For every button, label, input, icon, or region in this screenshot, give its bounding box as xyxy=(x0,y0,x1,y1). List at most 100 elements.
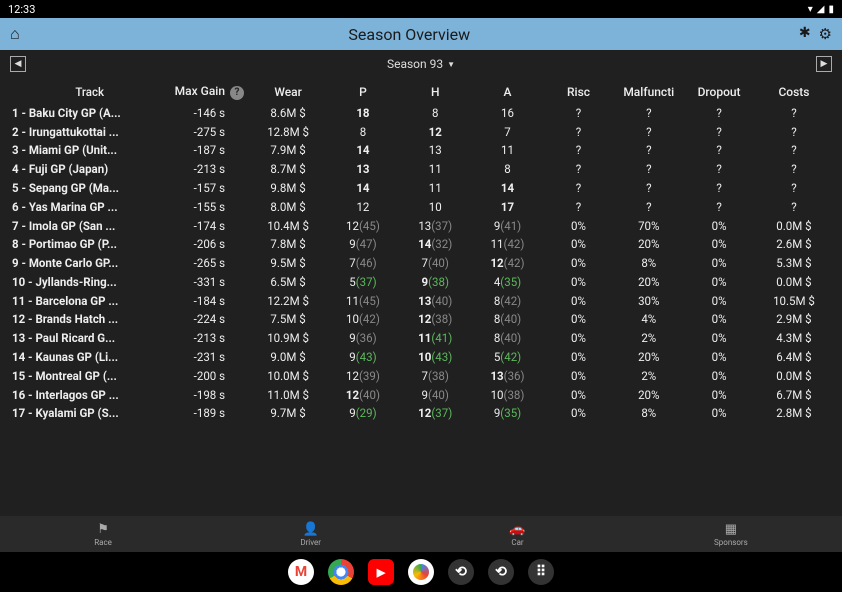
gmail-icon[interactable]: M xyxy=(288,559,314,585)
cell: -200 s xyxy=(169,366,249,385)
cell: 8 xyxy=(327,122,399,141)
cell: 9(40) xyxy=(399,385,471,404)
cell: 10.9M $ xyxy=(249,329,326,348)
cell: 13(37) xyxy=(399,216,471,235)
season-label: Season 93 xyxy=(387,57,443,71)
table-row[interactable]: 7 - Imola GP (San ...-174 s10.4M $12(45)… xyxy=(8,216,834,235)
cell: 8.0M $ xyxy=(249,197,326,216)
cell: ? xyxy=(684,197,754,216)
table-row[interactable]: 11 - Barcelona GP ...-184 s12.2M $11(45)… xyxy=(8,291,834,310)
table-row[interactable]: 15 - Montreal GP (...-200 s10.0M $12(39)… xyxy=(8,366,834,385)
table-row[interactable]: 2 - Irungattukottai ...-275 s12.8M $8127… xyxy=(8,122,834,141)
cell: ? xyxy=(544,104,614,123)
table-row[interactable]: 16 - Interlagos GP ...-198 s11.0M $12(40… xyxy=(8,385,834,404)
cell: ? xyxy=(754,179,834,198)
col-maxgain[interactable]: Max Gain ? xyxy=(169,80,249,104)
cell: ? xyxy=(754,160,834,179)
table-row[interactable]: 6 - Yas Marina GP ...-155 s8.0M $121017?… xyxy=(8,197,834,216)
table-row[interactable]: 3 - Miami GP (Unit...-187 s7.9M $141311?… xyxy=(8,141,834,160)
cell: 9.8M $ xyxy=(249,179,326,198)
cell: 7 - Imola GP (San ... xyxy=(8,216,169,235)
cell: 0% xyxy=(684,310,754,329)
table-row[interactable]: 5 - Sepang GP (Ma...-157 s9.8M $141114??… xyxy=(8,179,834,198)
cell: 13(36) xyxy=(471,366,543,385)
cell: 10.5M $ xyxy=(754,291,834,310)
cell: 14 xyxy=(327,141,399,160)
cell: 10 xyxy=(399,197,471,216)
home-icon[interactable]: ⌂ xyxy=(10,24,20,44)
dropdown-icon: ▼ xyxy=(447,60,455,69)
cell: 12.8M $ xyxy=(249,122,326,141)
table-row[interactable]: 17 - Kyalami GP (S...-189 s9.7M $9(29)12… xyxy=(8,404,834,423)
table-row[interactable]: 10 - Jyllands-Ring...-331 s6.5M $5(37)9(… xyxy=(8,273,834,292)
col-h: H xyxy=(399,80,471,104)
cell: 8% xyxy=(613,404,684,423)
nav-sponsors[interactable]: ▦ Sponsors xyxy=(714,522,748,547)
cell: 9(47) xyxy=(327,235,399,254)
cell: 0% xyxy=(544,273,614,292)
cell: 7.9M $ xyxy=(249,141,326,160)
next-season-button[interactable]: ▶ xyxy=(816,56,832,72)
cell: 13(40) xyxy=(399,291,471,310)
help-icon[interactable]: ? xyxy=(230,86,244,100)
app-drawer-icon[interactable]: ⠿ xyxy=(528,559,554,585)
table-row[interactable]: 9 - Monte Carlo GP...-265 s9.5M $7(46)7(… xyxy=(8,254,834,273)
table-row[interactable]: 13 - Paul Ricard G...-213 s10.9M $9(36)1… xyxy=(8,329,834,348)
table-row[interactable]: 1 - Baku City GP (A...-146 s8.6M $18816?… xyxy=(8,104,834,123)
table-row[interactable]: 12 - Brands Hatch ...-224 s7.5M $10(42)1… xyxy=(8,310,834,329)
cell: 1 - Baku City GP (A... xyxy=(8,104,169,123)
cell: ? xyxy=(684,160,754,179)
cell: 70% xyxy=(613,216,684,235)
app-header: ⌂ Season Overview ✱ ⚙ xyxy=(0,18,842,50)
table-row[interactable]: 4 - Fuji GP (Japan)-213 s8.7M $13118???? xyxy=(8,160,834,179)
cell: 6.7M $ xyxy=(754,385,834,404)
table-row[interactable]: 8 - Portimao GP (P...-206 s7.8M $9(47)14… xyxy=(8,235,834,254)
youtube-icon[interactable]: ▶ xyxy=(368,559,394,585)
cell: 20% xyxy=(613,385,684,404)
nav-driver[interactable]: 👤 Driver xyxy=(300,522,321,547)
cell: 11 - Barcelona GP ... xyxy=(8,291,169,310)
cell: -198 s xyxy=(169,385,249,404)
bottom-nav: ⚑ Race 👤 Driver 🚗 Car ▦ Sponsors xyxy=(0,516,842,552)
gear-icon[interactable]: ⚙ xyxy=(819,25,832,43)
cell: ? xyxy=(544,122,614,141)
cell: 13 xyxy=(399,141,471,160)
signal-icon: ◢ xyxy=(817,4,825,15)
season-selector[interactable]: Season 93 ▼ xyxy=(387,57,455,71)
nav-label: Driver xyxy=(300,538,321,547)
page-title: Season Overview xyxy=(348,25,470,44)
app-icon-1[interactable]: ⟲ xyxy=(448,559,474,585)
driver-icon: 👤 xyxy=(303,522,319,537)
cell: 10(43) xyxy=(399,348,471,367)
table-row[interactable]: 14 - Kaunas GP (Li...-231 s9.0M $9(43)10… xyxy=(8,348,834,367)
nav-race[interactable]: ⚑ Race xyxy=(94,522,112,547)
cell: 0% xyxy=(544,216,614,235)
race-icon: ⚑ xyxy=(97,522,109,537)
cell: 7(46) xyxy=(327,254,399,273)
cell: 0% xyxy=(684,235,754,254)
cell: ? xyxy=(544,179,614,198)
cell: 30% xyxy=(613,291,684,310)
col-wear: Wear xyxy=(249,80,326,104)
cell: ? xyxy=(684,104,754,123)
nav-car[interactable]: 🚗 Car xyxy=(509,522,525,547)
cell: -224 s xyxy=(169,310,249,329)
cell: 2% xyxy=(613,366,684,385)
cell: 8(40) xyxy=(471,310,543,329)
app-icon-2[interactable]: ⟲ xyxy=(488,559,514,585)
cell: ? xyxy=(613,104,684,123)
photos-icon[interactable] xyxy=(408,559,434,585)
cell: 0% xyxy=(684,385,754,404)
bug-icon[interactable]: ✱ xyxy=(799,25,811,43)
col-p: P xyxy=(327,80,399,104)
cell: 16 xyxy=(471,104,543,123)
prev-season-button[interactable]: ◀ xyxy=(10,56,26,72)
cell: 8 - Portimao GP (P... xyxy=(8,235,169,254)
chrome-icon[interactable] xyxy=(328,559,354,585)
cell: 0% xyxy=(684,273,754,292)
cell: 14 - Kaunas GP (Li... xyxy=(8,348,169,367)
cell: 8.7M $ xyxy=(249,160,326,179)
cell: 9(41) xyxy=(471,216,543,235)
cell: 0% xyxy=(684,366,754,385)
cell: -275 s xyxy=(169,122,249,141)
